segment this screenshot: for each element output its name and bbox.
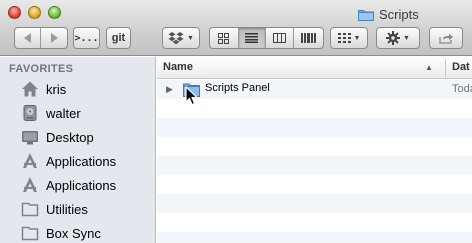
git-button[interactable]: git bbox=[106, 27, 131, 49]
sidebar-item-kris[interactable]: kris bbox=[0, 78, 156, 100]
file-name: Scripts Panel bbox=[205, 82, 270, 94]
sidebar-item-label: Desktop bbox=[46, 130, 94, 145]
window-title-text: Scripts bbox=[379, 6, 419, 22]
column-view-icon bbox=[272, 33, 286, 43]
sidebar-item-label: walter bbox=[46, 106, 81, 121]
forward-button[interactable] bbox=[41, 28, 67, 48]
sidebar-item-applications-2[interactable]: Applications bbox=[0, 174, 156, 196]
folder-icon bbox=[21, 226, 39, 241]
applications-icon bbox=[23, 177, 37, 192]
sidebar-item-box-sync[interactable]: Box Sync bbox=[0, 222, 156, 243]
folder-icon bbox=[358, 9, 374, 21]
sidebar-item-label: Applications bbox=[46, 178, 117, 193]
sidebar-item-label: kris bbox=[46, 82, 67, 97]
desktop-icon bbox=[22, 131, 38, 145]
dropbox-menu-button[interactable]: ▼ bbox=[162, 27, 200, 49]
column-header-row: Name ▲ Dat bbox=[157, 57, 472, 79]
mouse-pointer-icon bbox=[185, 86, 199, 106]
back-button[interactable] bbox=[15, 28, 42, 48]
back-arrow-icon bbox=[24, 33, 31, 43]
folder-icon bbox=[21, 202, 39, 217]
arrange-icon bbox=[337, 33, 351, 43]
zoom-window-button[interactable] bbox=[48, 6, 61, 19]
terminal-button[interactable]: >... bbox=[73, 27, 100, 49]
sidebar-item-label: Applications bbox=[46, 154, 117, 169]
sidebar-item-label: Utilities bbox=[46, 202, 88, 217]
chevron-down-icon: ▼ bbox=[187, 34, 194, 42]
view-mode-control bbox=[209, 27, 324, 49]
dropbox-icon bbox=[168, 32, 184, 45]
home-icon bbox=[22, 81, 38, 97]
icon-view-button[interactable] bbox=[210, 28, 239, 48]
disclosure-triangle-icon[interactable]: ▶ bbox=[166, 84, 173, 95]
action-menu-button[interactable]: ▼ bbox=[376, 27, 420, 49]
minimize-window-button[interactable] bbox=[28, 6, 41, 19]
file-date: Toda bbox=[452, 83, 472, 95]
drive-icon bbox=[23, 105, 37, 121]
icon-view-icon bbox=[218, 32, 230, 44]
arrange-menu-button[interactable]: ▼ bbox=[330, 27, 368, 49]
share-button[interactable] bbox=[429, 27, 463, 49]
sidebar-section-favorites: FAVORITES bbox=[9, 63, 74, 75]
list-view-button[interactable] bbox=[238, 28, 267, 48]
empty-row bbox=[157, 213, 472, 232]
sidebar: FAVORITES kris walter Desktop Applicatio… bbox=[0, 57, 156, 243]
gear-icon bbox=[386, 31, 401, 45]
sidebar-item-label: Box Sync bbox=[46, 226, 101, 241]
column-divider[interactable] bbox=[445, 59, 446, 77]
empty-row bbox=[157, 232, 472, 243]
coverflow-view-icon bbox=[300, 33, 316, 43]
sidebar-item-desktop[interactable]: Desktop bbox=[0, 126, 156, 148]
window-title: Scripts bbox=[358, 5, 419, 23]
chevron-down-icon: ▼ bbox=[403, 34, 410, 42]
coverflow-view-button[interactable] bbox=[294, 28, 323, 48]
empty-row bbox=[157, 137, 472, 156]
chevron-down-icon: ▼ bbox=[353, 34, 361, 42]
table-row[interactable]: ▶ Scripts Panel Toda bbox=[157, 80, 472, 99]
file-list: Name ▲ Dat ▶ Scripts Panel Toda bbox=[157, 57, 472, 243]
share-icon bbox=[438, 33, 453, 44]
column-header-date[interactable]: Dat bbox=[452, 61, 470, 73]
empty-row bbox=[157, 156, 472, 175]
list-view-icon bbox=[245, 33, 259, 43]
column-view-button[interactable] bbox=[266, 28, 294, 48]
column-header-name[interactable]: Name bbox=[163, 61, 193, 73]
empty-row bbox=[157, 194, 472, 213]
empty-row bbox=[157, 175, 472, 194]
sidebar-item-utilities[interactable]: Utilities bbox=[0, 198, 156, 220]
sidebar-item-walter[interactable]: walter bbox=[0, 102, 156, 124]
window-toolbar: Scripts >... git ▼ ▼ ▼ bbox=[0, 0, 472, 56]
applications-icon bbox=[23, 153, 37, 168]
sidebar-item-applications[interactable]: Applications bbox=[0, 150, 156, 172]
sort-ascending-icon: ▲ bbox=[425, 63, 433, 72]
empty-row bbox=[157, 99, 472, 118]
forward-arrow-icon bbox=[50, 33, 58, 43]
back-forward-control bbox=[14, 27, 68, 49]
close-window-button[interactable] bbox=[8, 6, 21, 19]
empty-row bbox=[157, 118, 472, 137]
